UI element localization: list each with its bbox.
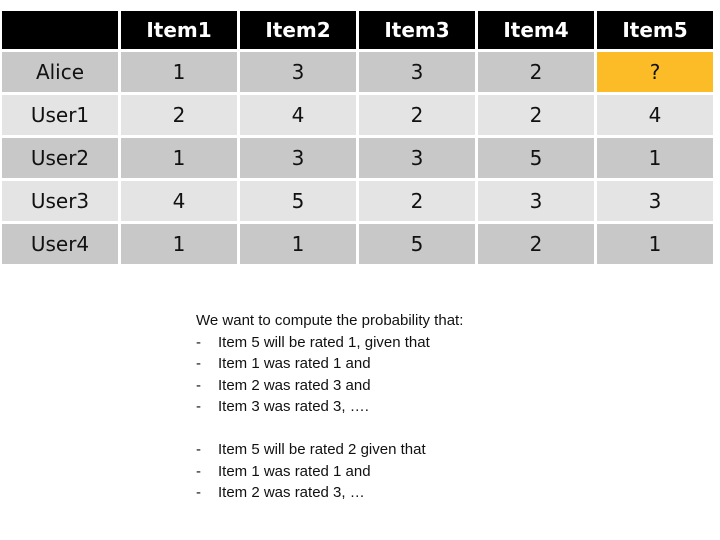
rating-cell: 2 <box>359 95 475 135</box>
row-user: Alice <box>2 52 118 92</box>
dash-marker: - <box>196 462 201 480</box>
bullet-text: Item 2 was rated 3 and <box>218 376 371 394</box>
rating-cell: 3 <box>240 52 356 92</box>
bullet-item: - Item 2 was rated 3 and <box>196 375 463 397</box>
header-item2: Item2 <box>240 11 356 49</box>
table-row: User3 4 5 2 3 3 <box>2 181 713 221</box>
unknown-rating-cell: ? <box>597 52 713 92</box>
rating-cell: 4 <box>597 95 713 135</box>
rating-cell: 3 <box>359 138 475 178</box>
rating-cell: 5 <box>478 138 594 178</box>
header-item3: Item3 <box>359 11 475 49</box>
dash-marker: - <box>196 376 201 394</box>
rating-cell: 4 <box>121 181 237 221</box>
table-row: User2 1 3 3 5 1 <box>2 138 713 178</box>
bullet-item: - Item 2 was rated 3, … <box>196 482 463 504</box>
row-user: User2 <box>2 138 118 178</box>
bullet-text: Item 3 was rated 3, …. <box>218 398 369 415</box>
rating-cell: 1 <box>597 224 713 264</box>
rating-cell: 2 <box>359 181 475 221</box>
rating-cell: 2 <box>478 224 594 264</box>
rating-cell: 2 <box>121 95 237 135</box>
row-user: User4 <box>2 224 118 264</box>
bullet-text: Item 5 will be rated 1, given that <box>218 333 430 351</box>
table-row: User4 1 1 5 2 1 <box>2 224 713 264</box>
ratings-table-container: Item1 Item2 Item3 Item4 Item5 Alice 1 3 … <box>0 8 720 267</box>
rating-cell: 5 <box>359 224 475 264</box>
dash-marker: - <box>196 484 201 501</box>
bullet-text: Item 2 was rated 3, … <box>218 484 365 501</box>
rating-cell: 3 <box>240 138 356 178</box>
row-user: User3 <box>2 181 118 221</box>
rating-cell: 1 <box>240 224 356 264</box>
rating-cell: 1 <box>597 138 713 178</box>
bullet-item: - Item 1 was rated 1 and <box>196 353 463 375</box>
rating-cell: 3 <box>478 181 594 221</box>
header-item5: Item5 <box>597 11 713 49</box>
header-item1: Item1 <box>121 11 237 49</box>
bullet-text: Item 1 was rated 1 and <box>218 355 371 372</box>
rating-cell: 5 <box>240 181 356 221</box>
row-user: User1 <box>2 95 118 135</box>
rating-cell: 4 <box>240 95 356 135</box>
bullet-text: Item 1 was rated 1 and <box>218 462 371 480</box>
rating-cell: 1 <box>121 52 237 92</box>
bullet-item: - Item 5 will be rated 1, given that <box>196 332 463 354</box>
rating-cell: 2 <box>478 52 594 92</box>
rating-cell: 3 <box>359 52 475 92</box>
rating-cell: 2 <box>478 95 594 135</box>
rating-cell: 3 <box>597 181 713 221</box>
table-row: User1 2 4 2 2 4 <box>2 95 713 135</box>
explanation-text: We want to compute the probability that:… <box>196 310 463 504</box>
dash-marker: - <box>196 355 201 372</box>
dash-marker: - <box>196 441 201 458</box>
bullet-item: - Item 1 was rated 1 and <box>196 461 463 483</box>
header-row: Item1 Item2 Item3 Item4 Item5 <box>2 11 713 49</box>
bullet-item: - Item 3 was rated 3, …. <box>196 396 463 418</box>
header-corner <box>2 11 118 49</box>
rating-cell: 1 <box>121 224 237 264</box>
bullet-text: Item 5 will be rated 2 given that <box>218 441 426 458</box>
rating-cell: 1 <box>121 138 237 178</box>
dash-marker: - <box>196 333 201 351</box>
ratings-table: Item1 Item2 Item3 Item4 Item5 Alice 1 3 … <box>0 8 716 267</box>
table-row: Alice 1 3 3 2 ? <box>2 52 713 92</box>
bullet-item: - Item 5 will be rated 2 given that <box>196 439 463 461</box>
dash-marker: - <box>196 398 201 415</box>
intro-line: We want to compute the probability that: <box>196 312 464 329</box>
header-item4: Item4 <box>478 11 594 49</box>
